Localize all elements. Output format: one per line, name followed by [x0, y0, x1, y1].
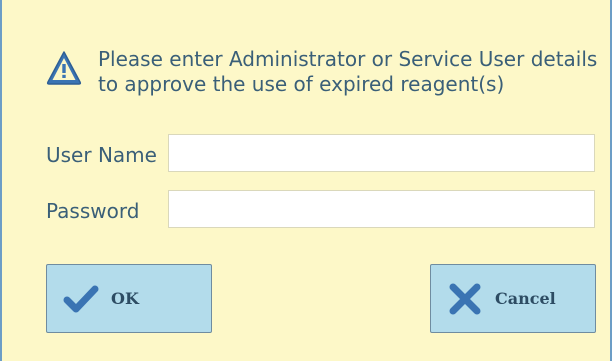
ok-button[interactable]: OK [46, 264, 212, 333]
x-icon [449, 283, 481, 315]
checkmark-icon [63, 285, 99, 313]
dialog-message: Please enter Administrator or Service Us… [98, 47, 598, 96]
warning-triangle-icon [46, 51, 82, 85]
cancel-button[interactable]: Cancel [430, 264, 596, 333]
password-input[interactable] [168, 190, 595, 228]
username-label: User Name [46, 143, 157, 167]
password-label: Password [46, 199, 140, 223]
approve-expired-reagent-dialog: Please enter Administrator or Service Us… [0, 0, 612, 361]
ok-button-label: OK [111, 289, 139, 308]
cancel-button-label: Cancel [495, 289, 556, 308]
username-input[interactable] [168, 134, 595, 172]
